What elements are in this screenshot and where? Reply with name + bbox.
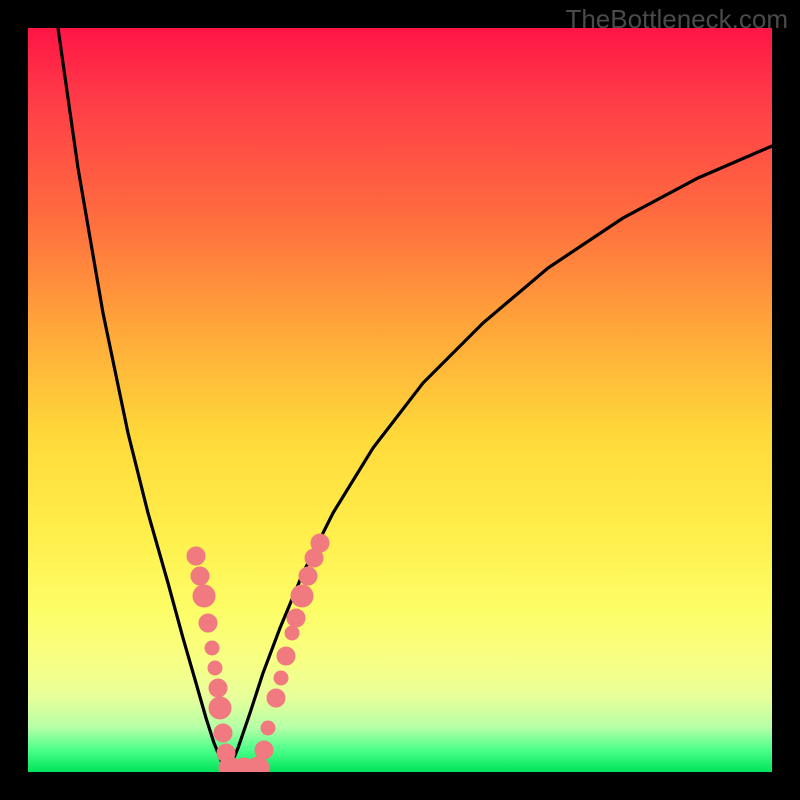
data-marker — [261, 721, 275, 735]
plot-area — [28, 28, 772, 772]
data-marker — [311, 534, 329, 552]
data-marker — [267, 689, 285, 707]
data-marker — [277, 647, 295, 665]
data-marker — [209, 697, 231, 719]
data-marker — [209, 679, 227, 697]
data-marker — [193, 585, 215, 607]
data-marker — [187, 547, 205, 565]
data-marker — [285, 626, 299, 640]
data-marker — [199, 614, 217, 632]
outer-frame: TheBottleneck.com — [0, 0, 800, 800]
data-marker — [299, 567, 317, 585]
chart-svg — [28, 28, 772, 772]
data-marker — [208, 661, 222, 675]
data-marker — [214, 724, 232, 742]
data-marker — [291, 585, 313, 607]
curve-left-branch — [58, 28, 228, 772]
curve-right-branch — [228, 146, 772, 772]
data-marker — [205, 641, 219, 655]
data-marker — [255, 741, 273, 759]
data-marker — [191, 567, 209, 585]
markers-group — [187, 534, 329, 772]
data-marker — [287, 609, 305, 627]
data-marker — [274, 671, 288, 685]
